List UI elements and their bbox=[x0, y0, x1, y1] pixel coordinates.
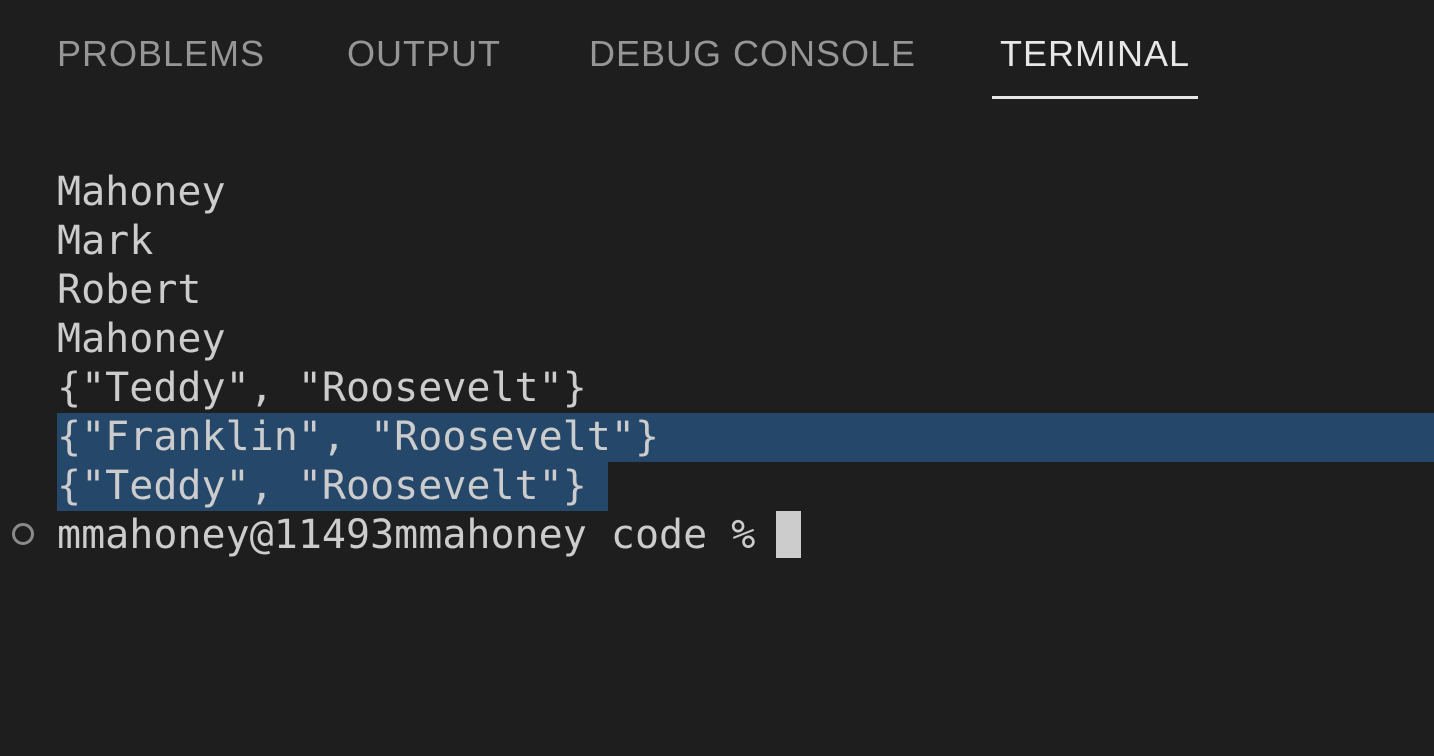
terminal-line-text: {"Teddy", "Roosevelt"} bbox=[57, 365, 587, 411]
terminal-line: {"Teddy", "Roosevelt"} bbox=[0, 364, 1434, 413]
tab-problems[interactable]: PROBLEMS bbox=[57, 30, 265, 78]
terminal-line: Mahoney bbox=[0, 168, 1434, 217]
terminal-line: Robert bbox=[0, 266, 1434, 315]
terminal-line: Mark bbox=[0, 217, 1434, 266]
terminal-line-selected: {"Franklin", "Roosevelt"} bbox=[0, 413, 1434, 462]
shell-prompt: mmahoney@11493mmahoney code % bbox=[57, 512, 780, 558]
terminal-output[interactable]: Mahoney Mark Robert Mahoney {"Teddy", "R… bbox=[0, 168, 1434, 562]
terminal-panel: PROBLEMS OUTPUT DEBUG CONSOLE TERMINAL M… bbox=[0, 0, 1434, 562]
terminal-line-text: Robert bbox=[57, 267, 202, 313]
prompt-line: mmahoney@11493mmahoney code % bbox=[0, 511, 1434, 560]
terminal-line: Mahoney bbox=[0, 315, 1434, 364]
tab-debug-console[interactable]: DEBUG CONSOLE bbox=[589, 30, 916, 78]
active-tab-indicator bbox=[992, 96, 1198, 99]
terminal-line-selected: {"Teddy", "Roosevelt"} bbox=[0, 462, 1434, 511]
terminal-line-text: Mark bbox=[57, 218, 154, 264]
command-status-circle-icon[interactable] bbox=[12, 523, 34, 545]
terminal-line-text: {"Teddy", "Roosevelt"} bbox=[57, 463, 587, 509]
terminal-line-text: Mahoney bbox=[57, 169, 226, 215]
terminal-line-text: {"Franklin", "Roosevelt"} bbox=[57, 414, 660, 460]
tab-terminal[interactable]: TERMINAL bbox=[1000, 30, 1190, 78]
terminal-line-text: Mahoney bbox=[57, 316, 226, 362]
terminal-cursor bbox=[776, 511, 801, 558]
panel-tab-bar: PROBLEMS OUTPUT DEBUG CONSOLE TERMINAL bbox=[0, 0, 1434, 100]
tab-output[interactable]: OUTPUT bbox=[347, 30, 501, 78]
